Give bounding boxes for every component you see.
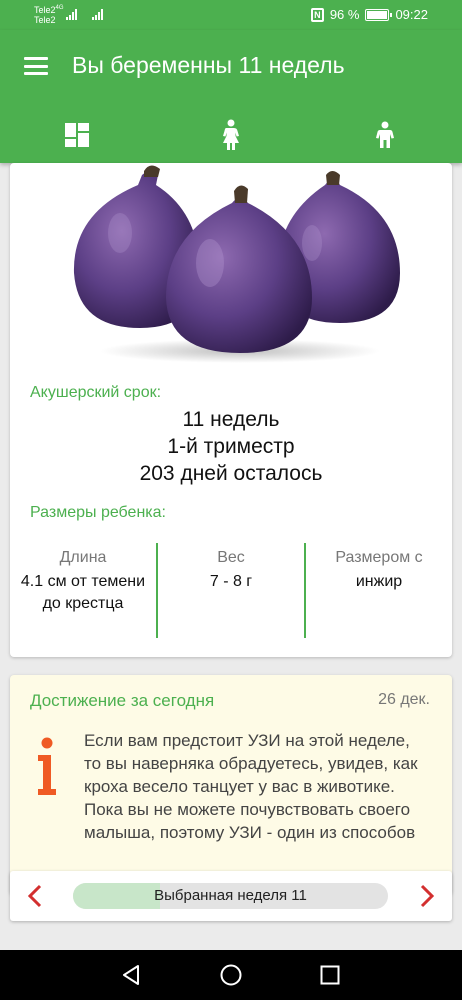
term-weeks: 11 недель xyxy=(182,408,280,431)
baby-icon xyxy=(376,121,394,148)
length-label: Длина xyxy=(59,549,107,566)
battery-icon xyxy=(365,8,393,21)
tab-mother[interactable] xyxy=(154,110,308,160)
battery-percent: 96 % xyxy=(329,7,360,22)
chevron-left-icon[interactable] xyxy=(24,884,48,908)
length-column: Длина 4.1 см от темени до крестца xyxy=(10,543,156,638)
week-progress[interactable]: Выбранная неделя 11 xyxy=(73,883,388,909)
baby-size-table: Длина 4.1 см от темени до крестца Вес 7 … xyxy=(10,543,452,638)
compare-label: Размером с xyxy=(335,549,423,566)
app-bar: Вы беременны 11 недель xyxy=(0,30,462,163)
system-nav-bar xyxy=(0,950,462,1000)
carrier-2: Tele2 xyxy=(34,15,56,25)
dashboard-icon xyxy=(65,123,89,147)
status-bar: Tele24G Tele2 N 96 % 09:22 xyxy=(0,0,462,30)
compare-column: Размером с инжир xyxy=(304,543,452,638)
week-selector: Выбранная неделя 11 xyxy=(10,871,452,921)
baby-size-label: Размеры ребенка: xyxy=(30,504,166,521)
clock: 09:22 xyxy=(395,7,428,22)
achievement-date: 26 дек. xyxy=(378,691,430,708)
pregnant-woman-icon xyxy=(223,119,239,150)
nfc-icon: N xyxy=(310,7,324,22)
tab-baby[interactable] xyxy=(308,110,462,160)
hamburger-menu-icon[interactable] xyxy=(24,57,48,75)
term-trimester: 1-й триместр xyxy=(167,435,295,458)
carrier-1-name: Tele2 xyxy=(34,5,56,15)
back-icon[interactable] xyxy=(119,963,143,987)
recents-icon[interactable] xyxy=(318,963,342,987)
info-icon xyxy=(38,737,56,795)
signal-icon xyxy=(66,8,77,20)
weight-column: Вес 7 - 8 г xyxy=(156,543,304,638)
achievement-text: Если вам предстоит УЗИ на этой неделе, т… xyxy=(84,731,418,842)
selected-week-label: Выбранная неделя 11 xyxy=(154,887,307,904)
length-value: 4.1 см от темени до крестца xyxy=(20,573,146,612)
term-label: Акушерский срок: xyxy=(30,384,162,401)
weight-value: 7 - 8 г xyxy=(209,573,253,590)
page-title: Вы беременны 11 недель xyxy=(72,52,345,78)
fig-image xyxy=(73,165,400,363)
achievement-card[interactable]: Достижение за сегодня 26 дек. Если вам п… xyxy=(10,675,452,895)
chevron-right-icon[interactable] xyxy=(414,884,438,908)
term-info: 11 недель 1-й триместр 203 дней осталось xyxy=(10,406,452,487)
pregnancy-info-card: Акушерский срок: 11 недель 1-й триместр … xyxy=(10,163,452,657)
achievement-title: Достижение за сегодня xyxy=(30,691,215,710)
status-right: N 96 % 09:22 xyxy=(310,7,428,22)
term-days-left: 203 дней осталось xyxy=(139,462,323,485)
compare-value: инжир xyxy=(355,573,403,590)
signal-icon xyxy=(92,8,103,20)
tab-dashboard[interactable] xyxy=(0,110,154,160)
network-type: 4G xyxy=(55,5,64,11)
weight-label: Вес xyxy=(217,549,245,566)
home-icon[interactable] xyxy=(219,963,243,987)
